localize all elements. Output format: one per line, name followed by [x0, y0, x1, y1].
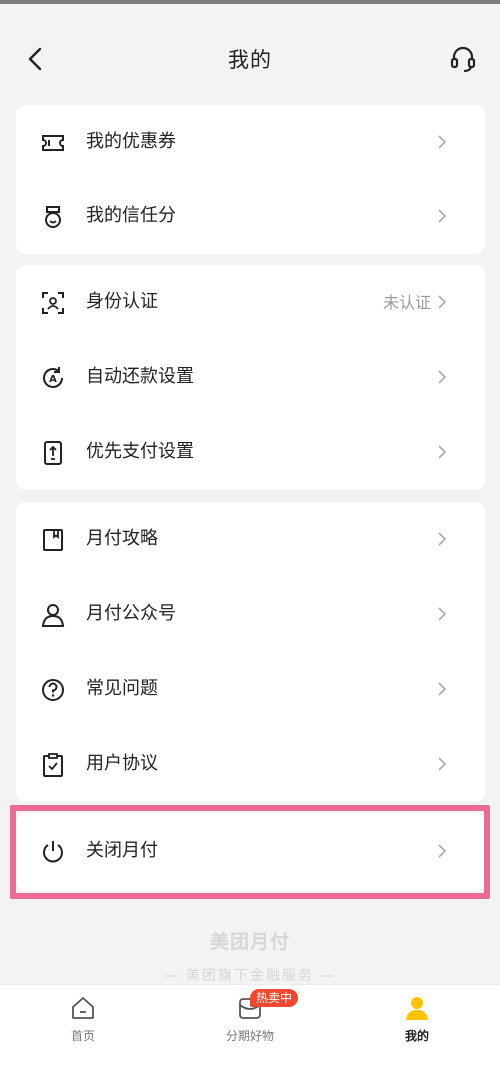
chevron-right-icon — [438, 682, 447, 696]
tab-mine[interactable]: 我的 — [334, 985, 500, 1067]
row-faq[interactable]: 常见问题 — [16, 652, 485, 727]
coupon-icon — [42, 135, 64, 151]
guide-icon — [43, 529, 63, 551]
row-label: 月付公众号 — [86, 603, 176, 624]
svg-text:A: A — [49, 374, 57, 385]
row-label: 我的优惠券 — [86, 131, 176, 152]
row-trust-score[interactable]: 我的信任分 — [16, 179, 485, 254]
agreement-icon — [43, 753, 63, 777]
person-icon — [41, 604, 65, 627]
row-label: 自动还款设置 — [86, 366, 194, 387]
tab-label: 分期好物 — [225, 1029, 274, 1043]
card-help: 月付攻略 月付公众号 常见问题 用户协议 — [16, 502, 485, 802]
tab-bar: 首页 分期好物 热卖中 我的 — [0, 984, 500, 1067]
row-guide[interactable]: 月付攻略 — [16, 502, 485, 577]
hot-sale-badge: 热卖中 — [250, 989, 299, 1007]
chevron-right-icon — [438, 757, 447, 771]
row-agreement[interactable]: 用户协议 — [16, 727, 485, 802]
headset-icon[interactable] — [450, 44, 476, 74]
tab-home[interactable]: 首页 — [0, 985, 166, 1067]
auto-repay-icon: A — [43, 367, 63, 388]
nav-bar: 我的 — [0, 24, 500, 94]
footer-tagline: — 美团旗下金融服务 — — [163, 968, 337, 984]
tab-label: 首页 — [70, 1029, 95, 1043]
row-priority-pay[interactable]: 优先支付设置 — [16, 415, 485, 490]
priority-pay-icon — [44, 441, 62, 465]
chevron-right-icon — [438, 135, 447, 149]
chevron-right-icon — [438, 370, 447, 384]
row-label: 身份认证 — [86, 291, 158, 312]
page: 我的 我的优惠券 我的信任分 身份认证 未认证 A 自动还款设置 优先支付设置 … — [0, 0, 500, 1067]
chevron-right-icon — [438, 295, 447, 309]
chevron-right-icon — [438, 445, 447, 459]
row-label: 优先支付设置 — [86, 441, 194, 462]
status-bar-line — [0, 0, 500, 4]
chevron-right-icon — [438, 532, 447, 546]
home-icon — [72, 997, 94, 1019]
row-label: 我的信任分 — [86, 205, 176, 226]
medal-icon — [45, 206, 61, 228]
row-identity[interactable]: 身份认证 未认证 — [16, 265, 485, 340]
card-coupons: 我的优惠券 我的信任分 — [16, 105, 485, 254]
id-scan-icon — [42, 292, 64, 314]
row-official-account[interactable]: 月付公众号 — [16, 577, 485, 652]
identity-status: 未认证 — [382, 293, 431, 312]
row-label: 用户协议 — [86, 753, 158, 774]
chevron-right-icon — [438, 209, 447, 223]
chevron-right-icon — [438, 607, 447, 621]
row-coupons[interactable]: 我的优惠券 — [16, 105, 485, 180]
card-settings: 身份认证 未认证 A 自动还款设置 优先支付设置 — [16, 265, 485, 490]
footer-brand: 美团月付 — [209, 931, 290, 953]
row-label: 月付攻略 — [86, 528, 158, 549]
row-label: 常见问题 — [86, 678, 158, 699]
row-auto-repay[interactable]: A 自动还款设置 — [16, 340, 485, 415]
question-icon — [42, 679, 64, 701]
page-title: 我的 — [228, 48, 272, 72]
highlight-box — [10, 805, 490, 899]
tab-label: 我的 — [404, 1029, 429, 1043]
user-icon — [406, 997, 428, 1020]
